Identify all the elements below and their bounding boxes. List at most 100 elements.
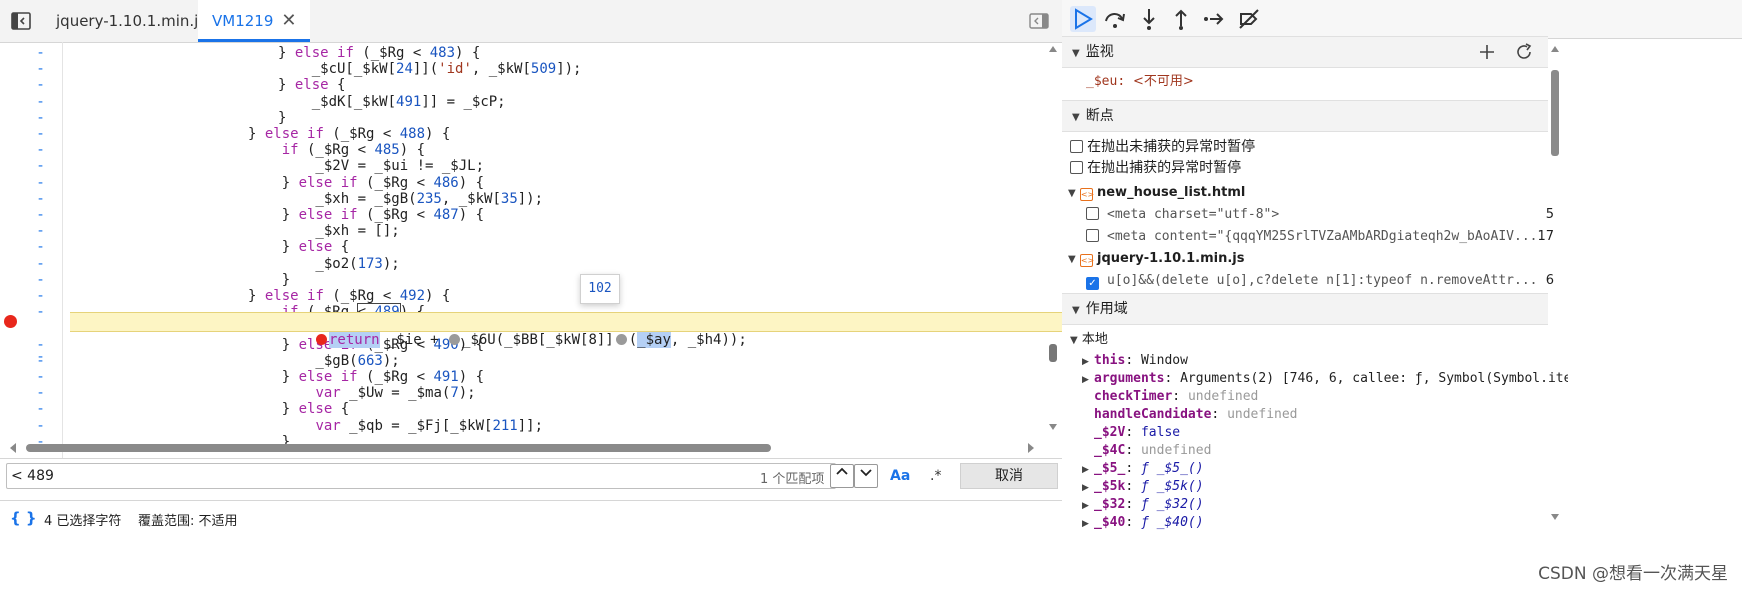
watch-title: 监视	[1085, 44, 1114, 60]
coverage-status: 覆盖范围: 不适用	[138, 514, 238, 529]
watch-value: <不可用>	[1132, 74, 1194, 89]
variable-name: _$40	[1094, 515, 1126, 530]
variable-name: _$4C	[1094, 443, 1126, 458]
selected-variable[interactable]: _$ay	[637, 332, 671, 348]
close-tab-icon[interactable]: ✕	[281, 10, 296, 31]
scope-variable[interactable]: ▶ _$5k: ƒ _$5k()	[1062, 477, 1568, 497]
scroll-up-arrow-icon[interactable]	[1548, 42, 1562, 56]
regex-button[interactable]: .*	[930, 468, 941, 484]
variable-value: undefined	[1227, 407, 1298, 422]
breakpoint-file-name: jquery-1.10.1.min.js	[1096, 251, 1245, 266]
local-scope-header[interactable]: ▼ 本地	[1062, 330, 1556, 350]
step-into-icon[interactable]	[1136, 6, 1162, 32]
watch-section-header[interactable]: ▼ 监视	[1062, 36, 1548, 68]
variable-name: handleCandidate	[1094, 407, 1212, 422]
code-segment: _$ie +	[379, 332, 448, 348]
add-watch-icon[interactable]	[1478, 43, 1496, 61]
breakpoint-checkbox[interactable]	[1086, 229, 1099, 242]
breakpoint-entry[interactable]: ✓ u[o]&&(delete u[o],c?delete n[1]:typeof…	[1062, 271, 1572, 291]
breakpoint-file-name: new_house_list.html	[1096, 185, 1246, 200]
cancel-search-button[interactable]: 取消	[960, 463, 1058, 489]
scope-variable[interactable]: handleCandidate: undefined	[1062, 405, 1568, 425]
editor-horizontal-scrollbar[interactable]	[0, 440, 1046, 456]
status-bar: { } 4 已选择字符 覆盖范围: 不适用	[0, 500, 1180, 533]
watch-item[interactable]: _$eu: <不可用>	[1062, 72, 1572, 92]
variable-name: _$5k	[1094, 479, 1126, 494]
step-icon[interactable]	[1202, 6, 1228, 32]
pause-uncaught-option[interactable]: 在抛出未捕获的异常时暂停	[1062, 137, 1556, 157]
breakpoint-checkbox[interactable]	[1086, 207, 1099, 220]
tab-jquery-label: jquery-1.10.1.min.js	[56, 12, 207, 30]
tooltip-value: 102	[588, 281, 612, 296]
scope-variable[interactable]: ▶ _$40: ƒ _$40()	[1062, 513, 1568, 533]
breakpoint-file-header[interactable]: ▼ <> jquery-1.10.1.min.js	[1062, 249, 1554, 269]
toggle-debugger-icon[interactable]	[1028, 10, 1050, 32]
variable-name: checkTimer	[1094, 389, 1173, 404]
pause-caught-checkbox[interactable]	[1070, 161, 1083, 174]
deactivate-breakpoints-icon[interactable]	[1236, 6, 1262, 32]
inline-breakpoint-icon[interactable]	[316, 334, 327, 345]
breakpoint-file-header[interactable]: ▼ <> new_house_list.html	[1062, 183, 1554, 203]
inline-breakpoint-slot-icon[interactable]	[449, 334, 461, 345]
pause-uncaught-checkbox[interactable]	[1070, 140, 1083, 153]
watermark: CSDN @想看一次满天星	[1538, 564, 1728, 584]
current-execution-line[interactable]: return _$ie + _$6U(_$BB[_$kW[8]] (_$ay, _…	[70, 312, 1162, 348]
scope-title: 作用域	[1085, 301, 1128, 317]
breakpoint-entry[interactable]: <meta charset="utf-8"> 5	[1062, 205, 1572, 225]
code-segment: , _$h4));	[670, 332, 747, 348]
cancel-label: 取消	[995, 468, 1023, 484]
inline-breakpoint-slot-icon[interactable]	[615, 334, 627, 345]
return-keyword: return	[329, 332, 380, 348]
scope-variable[interactable]: _$4C: undefined	[1062, 441, 1568, 461]
pause-uncaught-label: 在抛出未捕获的异常时暂停	[1087, 139, 1256, 155]
pretty-print-icon[interactable]: { }	[10, 509, 37, 527]
tab-vm1219[interactable]: VM1219 ✕	[198, 0, 311, 42]
step-out-icon[interactable]	[1168, 6, 1194, 32]
variable-value: Window	[1140, 353, 1188, 368]
scope-variable[interactable]: ▶ arguments: Arguments(2) [746, 6, callee…	[1062, 369, 1568, 389]
value-tooltip: 102	[580, 274, 620, 304]
scope-variable[interactable]: ▶ this: Window	[1062, 351, 1568, 371]
breakpoint-marker[interactable]	[4, 315, 17, 328]
scroll-down-arrow-icon[interactable]	[1548, 510, 1562, 524]
variable-value: ƒ _$40()	[1140, 515, 1204, 530]
step-over-icon[interactable]	[1102, 6, 1128, 32]
search-bar: < 489 1 个匹配项 Aa .* 取消	[0, 458, 1180, 493]
editor-vertical-scrollbar[interactable]	[1046, 42, 1060, 442]
variable-value: Arguments(2) [746, 6, callee: ƒ, Symbol(…	[1180, 371, 1568, 386]
variable-value: undefined	[1187, 389, 1259, 404]
breakpoint-code: u[o]&&(delete u[o],c?delete n[1]:typeof …	[1107, 273, 1538, 288]
code-editor[interactable]: -} else if (_$Rg < 483) {- _$cU[_$kW[24]…	[0, 42, 1162, 490]
variable-name: this	[1094, 353, 1126, 368]
scope-variable[interactable]: ▶ _$5_: ƒ _$5_()	[1062, 459, 1568, 479]
file-icon: <>	[1079, 188, 1095, 201]
next-match-button[interactable]	[854, 464, 878, 488]
expand-triangle-icon: ▼	[1072, 305, 1080, 316]
previous-match-button[interactable]	[830, 464, 854, 488]
breakpoints-section-header[interactable]: ▼ 断点	[1062, 100, 1548, 132]
variable-value: ƒ _$5_()	[1140, 461, 1204, 476]
local-scope-title: 本地	[1081, 332, 1108, 347]
variable-name: arguments	[1094, 371, 1165, 386]
toggle-navigator-icon[interactable]	[10, 10, 32, 32]
variable-value: false	[1140, 425, 1181, 440]
resume-icon[interactable]	[1070, 6, 1096, 32]
expand-triangle-icon: ▼	[1072, 112, 1080, 123]
breakpoint-checkbox[interactable]: ✓	[1086, 277, 1099, 290]
code-segment: _$6U(_$BB[_$kW[8]]	[462, 332, 614, 348]
expand-arrow-icon[interactable]: ▶	[1082, 514, 1094, 533]
match-case-button[interactable]: Aa	[890, 468, 910, 484]
code-segment: (	[628, 332, 638, 348]
scope-variable[interactable]: ▶ _$32: ƒ _$32()	[1062, 495, 1568, 515]
current-line-code: return _$ie + _$6U(_$BB[_$kW[8]] (_$ay, _…	[316, 331, 747, 349]
tab-jquery[interactable]: jquery-1.10.1.min.js	[42, 0, 220, 42]
pause-caught-option[interactable]: 在抛出捕获的异常时暂停	[1062, 158, 1556, 178]
file-icon: <>	[1079, 254, 1095, 267]
refresh-icon[interactable]	[1514, 42, 1534, 62]
scope-section-header[interactable]: ▼ 作用域	[1062, 293, 1548, 325]
expand-triangle-icon: ▼	[1068, 254, 1076, 265]
search-input[interactable]: < 489	[6, 463, 836, 489]
scope-variable[interactable]: _$2V: false	[1062, 423, 1568, 443]
breakpoint-entry[interactable]: <meta content="{qqqYM25SrlTVZaAMbARDgiat…	[1062, 227, 1572, 247]
scope-variable[interactable]: checkTimer: undefined	[1062, 387, 1568, 407]
